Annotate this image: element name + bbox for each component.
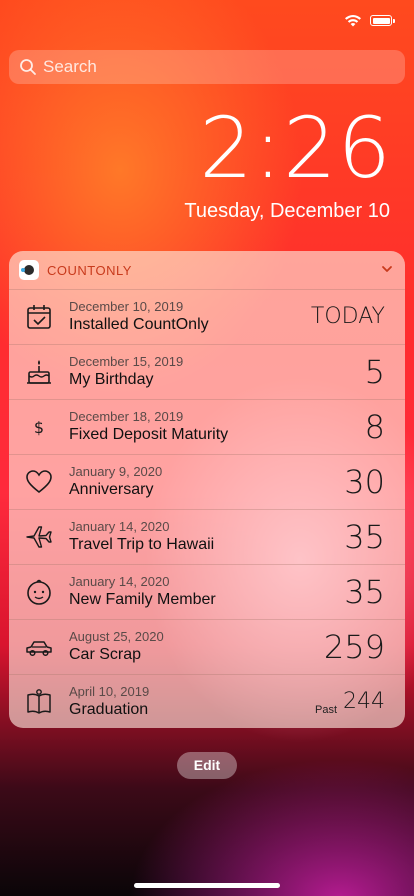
- event-count: 5: [364, 353, 385, 391]
- heart-icon: [26, 470, 52, 494]
- event-title: Travel Trip to Hawaii: [69, 536, 215, 553]
- event-title: Installed CountOnly: [69, 316, 209, 333]
- birthday-cake-icon: [27, 360, 51, 384]
- countonly-widget[interactable]: COUNTONLY December 10, 2019 Installed Co…: [9, 251, 405, 728]
- calendar-check-icon: [27, 305, 51, 329]
- event-title: Graduation: [69, 701, 149, 718]
- event-count: TODAY: [310, 304, 385, 329]
- event-row[interactable]: August 25, 2020 Car Scrap 259: [9, 619, 405, 674]
- event-row[interactable]: January 14, 2020 Travel Trip to Hawaii 3…: [9, 509, 405, 564]
- event-row[interactable]: January 14, 2020 New Family Member 35: [9, 564, 405, 619]
- airplane-icon: [26, 526, 52, 548]
- event-date: January 14, 2020: [69, 574, 170, 589]
- event-date: January 14, 2020: [69, 519, 170, 534]
- svg-text:$: $: [34, 418, 44, 437]
- book-icon: [27, 689, 51, 714]
- event-title: Car Scrap: [69, 646, 142, 663]
- event-count: 30: [344, 463, 385, 501]
- event-date: April 10, 2019: [69, 684, 150, 699]
- lockscreen-date: Tuesday, December 10: [184, 200, 390, 222]
- event-title: Fixed Deposit Maturity: [69, 426, 229, 443]
- event-date: December 18, 2019: [69, 409, 184, 424]
- event-row[interactable]: December 15, 2019 My Birthday 5: [9, 344, 405, 399]
- event-date: December 15, 2019: [69, 354, 184, 369]
- event-row[interactable]: January 9, 2020 Anniversary 30: [9, 454, 405, 509]
- event-title: Anniversary: [69, 481, 154, 498]
- home-indicator[interactable]: [134, 883, 280, 888]
- search-bar[interactable]: Search: [9, 50, 405, 84]
- event-row[interactable]: December 10, 2019 Installed CountOnly TO…: [9, 289, 405, 344]
- chevron-down-icon[interactable]: [381, 263, 393, 275]
- event-date: August 25, 2020: [69, 629, 164, 644]
- baby-face-icon: [27, 579, 51, 605]
- status-bar: [0, 0, 414, 44]
- search-icon: [20, 59, 36, 75]
- dollar-icon: $: [34, 418, 44, 437]
- event-title: My Birthday: [69, 371, 154, 388]
- widget-app-name: COUNTONLY: [47, 262, 132, 278]
- event-title: New Family Member: [69, 591, 216, 608]
- event-count: 244: [343, 689, 385, 714]
- event-count: 35: [344, 518, 385, 556]
- event-row[interactable]: April 10, 2019 Graduation Past 244: [9, 674, 405, 728]
- wifi-icon: [345, 15, 361, 27]
- lockscreen-time: 2:26: [199, 99, 392, 197]
- event-row[interactable]: $ December 18, 2019 Fixed Deposit Maturi…: [9, 399, 405, 454]
- event-count: 8: [364, 408, 385, 446]
- event-count: 35: [344, 573, 385, 611]
- battery-icon: [370, 15, 395, 26]
- past-label: Past: [314, 704, 337, 716]
- car-icon: [26, 641, 52, 657]
- event-date: December 10, 2019: [69, 299, 184, 314]
- event-count: 259: [323, 628, 385, 666]
- widget-header: COUNTONLY: [9, 251, 405, 289]
- search-placeholder: Search: [43, 57, 97, 76]
- countonly-app-icon: [19, 260, 39, 280]
- edit-button[interactable]: Edit: [177, 752, 237, 779]
- event-date: January 9, 2020: [69, 464, 163, 479]
